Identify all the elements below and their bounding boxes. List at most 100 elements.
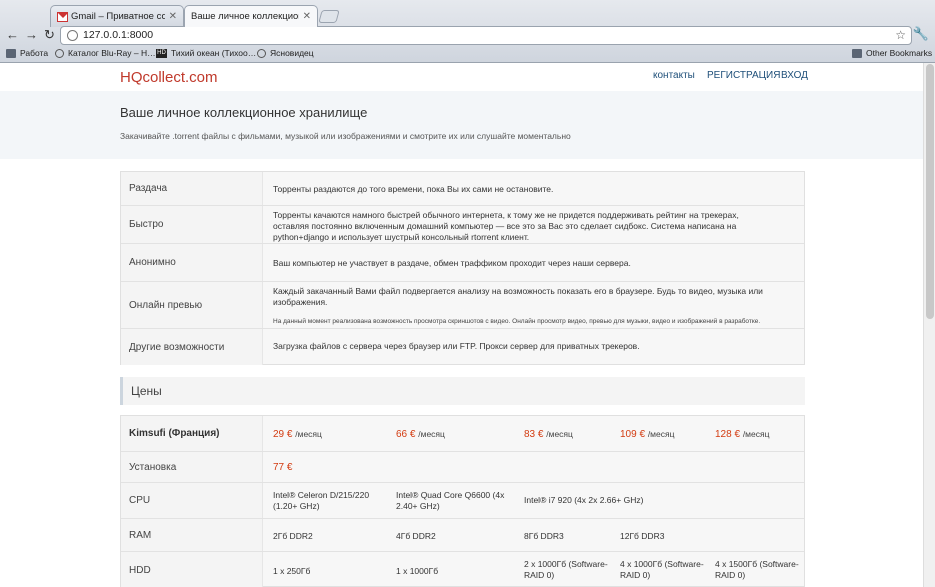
hdd-cell: 2 x 1000Гб (Software-RAID 0) — [524, 559, 608, 580]
price-value: 83 € — [524, 429, 544, 440]
bookmark-label: Работа — [20, 48, 49, 58]
forward-icon[interactable]: → — [25, 27, 38, 43]
browser-toolbar: ← → ↻ 127.0.0.1:8000 ☆ 🔧 — [0, 26, 935, 45]
folder-icon — [852, 48, 862, 58]
nav-contacts[interactable]: контакты — [653, 70, 695, 81]
cpu-row: CPU Intel® Celeron D/215/220 (1.20+ GHz)… — [121, 483, 804, 519]
feature-row: Раздача Торренты раздаются до того време… — [121, 172, 804, 206]
close-tab-icon[interactable]: ✕ — [169, 11, 177, 22]
tab-hqcollect[interactable]: Ваше личное коллекционное… ✕ — [184, 5, 318, 27]
feature-note: На данный момент реализована возможность… — [273, 318, 761, 325]
tab-title: Ваше личное коллекционное… — [191, 11, 299, 22]
hdd-row: HDD 1 x 250Гб 1 x 1000Гб 2 x 1000Гб (Sof… — [121, 552, 804, 587]
feature-label: Онлайн превью — [121, 282, 263, 328]
per-month: /месяц — [742, 429, 770, 439]
feature-row: Быстро Торренты качаются намного быстрей… — [121, 206, 804, 244]
wrench-icon[interactable]: 🔧 — [913, 26, 929, 42]
per-month: /месяц — [647, 429, 675, 439]
tab-gmail[interactable]: Gmail – Приватное сообще… ✕ — [50, 5, 184, 27]
vertical-scrollbar[interactable] — [923, 63, 935, 587]
feature-row: Анонимно Ваш компьютер не участвует в ра… — [121, 244, 804, 282]
feature-label: Анонимно — [121, 244, 263, 281]
price-value: 29 € — [273, 429, 293, 440]
price-value: 66 € — [396, 429, 416, 440]
hero-title: Ваше личное коллекционное хранилище — [120, 105, 368, 120]
bookmark-bluray[interactable]: Каталог Blu-Ray – H… — [55, 48, 156, 58]
prices-section-header: Цены — [120, 377, 805, 405]
setup-price: 77 € — [273, 462, 293, 473]
feature-text: Торренты раздаются до того времени, пока… — [273, 184, 554, 194]
bookmark-label: Тихий океан (Тихоо… — [171, 48, 257, 58]
price-cell: 128 € /месяц — [715, 429, 769, 440]
ram-cell: 4Гб DDR2 — [396, 531, 436, 541]
feature-label: Раздача — [121, 172, 263, 205]
feature-row: Онлайн превью Каждый закачанный Вами фай… — [121, 282, 804, 329]
nav-register[interactable]: РЕГИСТРАЦИЯ — [707, 70, 780, 81]
price-cell: 83 € /месяц — [524, 429, 573, 440]
ram-label: RAM — [121, 519, 263, 551]
bookmark-pacific[interactable]: HD Тихий океан (Тихоо… — [156, 48, 256, 58]
scrollbar-thumb[interactable] — [926, 64, 934, 319]
page-content: HQcollect.com контакты РЕГИСТРАЦИЯ ВХОД … — [0, 63, 923, 587]
folder-icon — [6, 48, 16, 58]
globe-icon — [67, 30, 78, 41]
ram-cell: 12Гб DDR3 — [620, 531, 665, 541]
back-icon[interactable]: ← — [6, 27, 19, 43]
site-logo[interactable]: HQcollect.com — [120, 69, 218, 86]
other-bookmarks[interactable]: Other Bookmarks — [852, 48, 932, 58]
close-tab-icon[interactable]: ✕ — [303, 11, 311, 22]
per-month: /месяц — [546, 429, 573, 439]
hdd-cell: 1 x 250Гб — [273, 566, 311, 576]
cpu-cell: Intel® i7 920 (4x 2x 2.66+ GHz) — [524, 495, 644, 505]
plan-label: Kimsufi (Франция) — [121, 416, 263, 451]
feature-label: Быстро — [121, 206, 263, 243]
tab-strip: Gmail – Приватное сообще… ✕ Ваше личное … — [0, 0, 935, 27]
feature-label: Другие возможности — [121, 329, 263, 365]
cpu-cell: Intel® Quad Core Q6600 (4x 2.40+ GHz) — [396, 490, 505, 511]
setup-label: Установка — [121, 452, 263, 482]
hdd-cell: 4 x 1000Гб (Software-RAID 0) — [620, 559, 704, 580]
price-value: 109 € — [620, 429, 646, 440]
hd-icon: HD — [156, 48, 167, 58]
bookmark-label: Каталог Blu-Ray – H… — [68, 48, 156, 58]
ram-cell: 2Гб DDR2 — [273, 531, 313, 541]
cpu-label: CPU — [121, 483, 263, 518]
hdd-cell: 4 x 1500Гб (Software-RAID 0) — [715, 559, 799, 580]
browser-chrome: Gmail – Приватное сообще… ✕ Ваше личное … — [0, 0, 935, 63]
price-cell: 109 € /месяц — [620, 429, 674, 440]
feature-text: Торренты качаются намного быстрей обычно… — [273, 210, 739, 242]
price-value: 128 € — [715, 429, 741, 440]
tab-title: Gmail – Приватное сообще… — [71, 11, 165, 22]
setup-row: Установка 77 € — [121, 452, 804, 483]
url-text: 127.0.0.1:8000 — [83, 29, 154, 41]
price-cell: 29 € /месяц — [273, 429, 322, 440]
prices-title: Цены — [131, 384, 162, 398]
site-header: HQcollect.com контакты РЕГИСТРАЦИЯ ВХОД — [0, 63, 923, 91]
price-cell: 66 € /месяц — [396, 429, 445, 440]
cpu-cell: Intel® Celeron D/215/220 (1.20+ GHz) — [273, 490, 370, 511]
feature-text: Загрузка файлов с сервера через браузер … — [273, 341, 640, 351]
hero-subtitle: Закачивайте .torrent файлы с фильмами, м… — [120, 131, 571, 141]
other-bookmarks-label: Other Bookmarks — [866, 48, 933, 58]
per-month: /месяц — [295, 429, 322, 439]
new-tab-button[interactable] — [318, 10, 340, 23]
bookmarks-bar: Работа Каталог Blu-Ray – H… HD Тихий оке… — [0, 46, 935, 63]
bookmark-yasnovidec[interactable]: Ясновидец — [257, 48, 314, 58]
gmail-icon — [57, 11, 68, 22]
per-month: /месяц — [418, 429, 445, 439]
feature-text: Ваш компьютер не участвует в раздаче, об… — [273, 258, 631, 268]
address-bar[interactable]: 127.0.0.1:8000 ☆ — [60, 26, 912, 45]
plan-row: Kimsufi (Франция) 29 € /месяц 66 € /меся… — [121, 416, 804, 452]
hdd-label: HDD — [121, 552, 263, 587]
globe-icon — [55, 48, 64, 58]
globe-icon — [257, 48, 266, 58]
features-table: Раздача Торренты раздаются до того време… — [120, 171, 805, 365]
reload-icon[interactable]: ↻ — [44, 27, 55, 43]
bookmark-star-icon[interactable]: ☆ — [895, 27, 906, 44]
feature-row: Другие возможности Загрузка файлов с сер… — [121, 329, 804, 365]
ram-row: RAM 2Гб DDR2 4Гб DDR2 8Гб DDR3 12Гб DDR3 — [121, 519, 804, 552]
hdd-cell: 1 x 1000Гб — [396, 566, 439, 576]
nav-login[interactable]: ВХОД — [781, 70, 808, 81]
bookmark-rabota[interactable]: Работа — [6, 48, 48, 58]
ram-cell: 8Гб DDR3 — [524, 531, 564, 541]
